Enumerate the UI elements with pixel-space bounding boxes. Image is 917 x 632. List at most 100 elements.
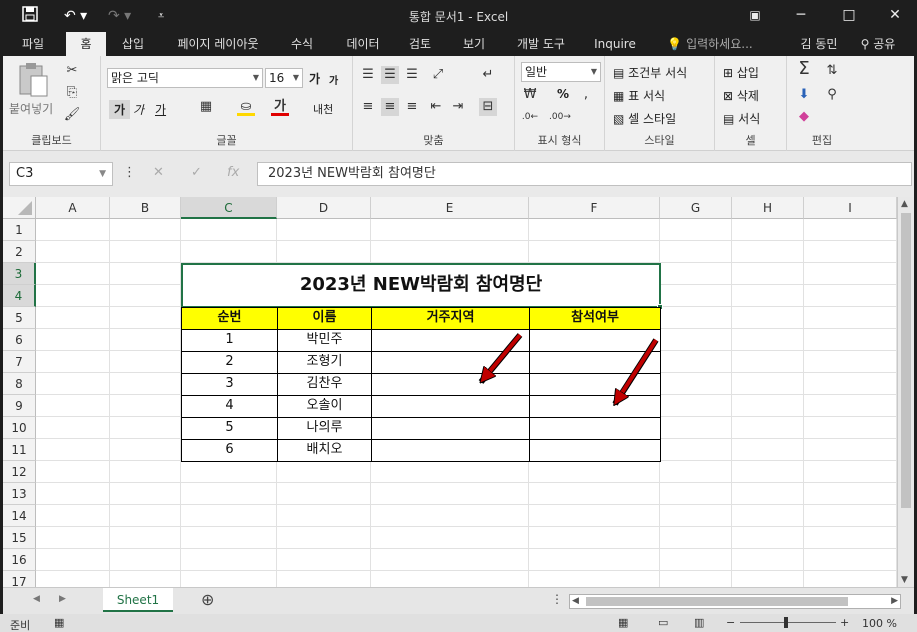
cancel-icon[interactable]: ✕ xyxy=(153,165,164,180)
currency-icon[interactable]: ₩ xyxy=(521,86,539,104)
maximize-button[interactable]: □ xyxy=(832,4,866,26)
cell-styles-button[interactable]: ▧ 셀 스타일 xyxy=(613,110,676,127)
tab-data[interactable]: 데이터 xyxy=(338,32,388,56)
alignment-label: 맞춤 xyxy=(423,134,444,147)
fill-icon[interactable]: ⬇ xyxy=(795,86,813,104)
decrease-indent-icon[interactable]: ⇤ xyxy=(427,98,445,116)
tab-view[interactable]: 보기 xyxy=(454,32,494,56)
number-format-combo[interactable]: 일반 ▼ xyxy=(521,62,601,82)
horizontal-scrollbar[interactable]: ◀ ▶ xyxy=(569,594,901,609)
clear-icon[interactable]: ◆ xyxy=(795,108,813,126)
zoom-slider[interactable] xyxy=(740,622,836,623)
fill-color-icon[interactable]: ⛀ xyxy=(237,98,255,116)
minimize-button[interactable]: ─ xyxy=(784,4,818,26)
user-name[interactable]: 김 동민 xyxy=(794,32,844,56)
sort-filter-icon[interactable]: ⇅ xyxy=(823,62,841,80)
tab-review[interactable]: 검토 xyxy=(400,32,440,56)
bold-button[interactable]: 가 xyxy=(109,100,131,119)
italic-button[interactable]: 가 xyxy=(133,101,144,118)
align-center-icon[interactable]: ≡ xyxy=(381,98,399,116)
wrap-text-icon[interactable]: ↵ xyxy=(479,66,497,84)
add-sheet-icon[interactable]: ⊕ xyxy=(201,590,214,609)
phonetic-button[interactable]: 내천 xyxy=(313,101,333,117)
page-layout-view-icon[interactable]: ▭ xyxy=(658,616,668,629)
tab-home[interactable]: 홈 xyxy=(66,32,106,56)
font-color-icon[interactable]: 가 xyxy=(271,98,289,116)
merge-center-icon[interactable]: ⊟ xyxy=(479,98,497,116)
autosum-icon[interactable]: Σ xyxy=(795,60,813,78)
zoom-in-icon[interactable]: + xyxy=(840,616,849,629)
dropdown-icon: ▼ xyxy=(590,67,597,76)
restore-icon[interactable]: ▣ xyxy=(738,4,772,26)
tab-page-layout[interactable]: 페이지 레이아웃 xyxy=(168,32,268,56)
conditional-format-button[interactable]: ▤ 조건부 서식 xyxy=(613,64,687,81)
tell-me-box[interactable]: 💡 입력하세요... xyxy=(660,32,760,56)
tab-inquire[interactable]: Inquire xyxy=(590,32,640,56)
scroll-left-icon[interactable]: ◀ xyxy=(572,596,579,606)
share-button[interactable]: ⚲ 공유 xyxy=(850,32,906,56)
enter-icon[interactable]: ✓ xyxy=(191,165,202,180)
scroll-up-icon[interactable]: ▲ xyxy=(901,199,908,209)
vertical-scrollbar[interactable]: ▲ ▼ xyxy=(897,197,914,587)
percent-button[interactable]: % xyxy=(557,87,569,101)
zoom-level[interactable]: 100 % xyxy=(862,617,897,630)
find-icon[interactable]: ⚲ xyxy=(823,86,841,104)
decrease-decimal-icon[interactable]: .00→ xyxy=(549,108,571,126)
more-icon: ⋮ xyxy=(123,165,136,180)
orientation-icon[interactable]: ⤢ xyxy=(429,66,447,84)
normal-view-icon[interactable]: ▦ xyxy=(618,616,628,629)
sheet-tab-sheet1[interactable]: Sheet1 xyxy=(103,588,173,612)
zoom-out-icon[interactable]: − xyxy=(726,616,735,629)
cut-icon[interactable]: ✂ xyxy=(63,62,81,80)
tell-me-text: 입력하세요... xyxy=(686,37,753,51)
tab-insert[interactable]: 삽입 xyxy=(114,32,152,56)
hscroll-thumb[interactable] xyxy=(586,597,848,606)
name-box[interactable]: C3 ▼ xyxy=(9,162,113,186)
share-label: 공유 xyxy=(873,37,896,51)
formula-input[interactable]: 2023년 NEW박람회 참여명단 xyxy=(257,162,912,186)
font-group-label: 글꼴 xyxy=(216,134,237,147)
scroll-down-icon[interactable]: ▼ xyxy=(901,575,908,585)
align-middle-icon[interactable]: ☰ xyxy=(381,66,399,84)
scroll-right-icon[interactable]: ▶ xyxy=(891,596,898,606)
number-format-value: 일반 xyxy=(525,65,548,79)
insert-cells-button[interactable]: ⊞ 삽입 xyxy=(723,64,759,81)
prev-sheet-icon[interactable]: ◀ xyxy=(33,594,40,604)
align-right-icon[interactable]: ≡ xyxy=(403,98,421,116)
tab-file[interactable]: 파일 xyxy=(14,32,52,56)
macro-record-icon[interactable]: ▦ xyxy=(54,616,64,629)
paste-button[interactable]: 붙여넣기 xyxy=(7,62,61,116)
page-break-view-icon[interactable]: ▥ xyxy=(694,616,704,629)
increase-decimal-icon[interactable]: .0← xyxy=(521,108,539,126)
grow-font-button[interactable]: 가 xyxy=(309,70,320,87)
cell-styles-label: 셀 스타일 xyxy=(628,112,677,126)
tab-formulas[interactable]: 수식 xyxy=(282,32,322,56)
format-painter-icon[interactable]: 🖌 xyxy=(63,106,81,124)
align-left-icon[interactable]: ≡ xyxy=(359,98,377,116)
comma-icon[interactable]: , xyxy=(577,86,595,104)
delete-cells-label: 삭제 xyxy=(736,89,759,103)
underline-button[interactable]: 가 xyxy=(155,101,166,118)
splitter-icon[interactable]: ⋮ xyxy=(551,592,563,606)
border-icon[interactable]: ▦ xyxy=(197,98,215,116)
tab-developer[interactable]: 개발 도구 xyxy=(508,32,574,56)
worksheet-grid[interactable]: ABCDEFGHI 1 2 3 4 5 6 7 8 9 10 11 12 13 14 15 16 17 2023… xyxy=(3,197,897,587)
next-sheet-icon[interactable]: ▶ xyxy=(59,594,66,604)
copy-icon[interactable]: ⎘ xyxy=(63,84,81,102)
shrink-font-button[interactable]: 가 xyxy=(329,72,338,87)
cell-styles-icon: ▧ xyxy=(613,112,629,126)
format-as-table-button[interactable]: ▦ 표 서식 xyxy=(613,87,665,104)
increase-indent-icon[interactable]: ⇥ xyxy=(449,98,467,116)
delete-cells-button[interactable]: ⊠ 삭제 xyxy=(723,87,759,104)
zoom-slider-thumb[interactable] xyxy=(784,617,788,628)
align-top-icon[interactable]: ☰ xyxy=(359,66,377,84)
dropdown-icon: ▼ xyxy=(252,73,259,82)
insert-function-button[interactable]: fx xyxy=(227,165,239,180)
align-bottom-icon[interactable]: ☰ xyxy=(403,66,421,84)
format-cells-button[interactable]: ▤ 서식 xyxy=(723,110,760,127)
font-name-combo[interactable]: 맑은 고딕 ▼ xyxy=(107,68,263,88)
delete-icon: ⊠ xyxy=(723,89,737,103)
scroll-thumb[interactable] xyxy=(901,213,911,508)
font-size-combo[interactable]: 16 ▼ xyxy=(265,68,303,88)
close-button[interactable]: ✕ xyxy=(878,4,912,26)
